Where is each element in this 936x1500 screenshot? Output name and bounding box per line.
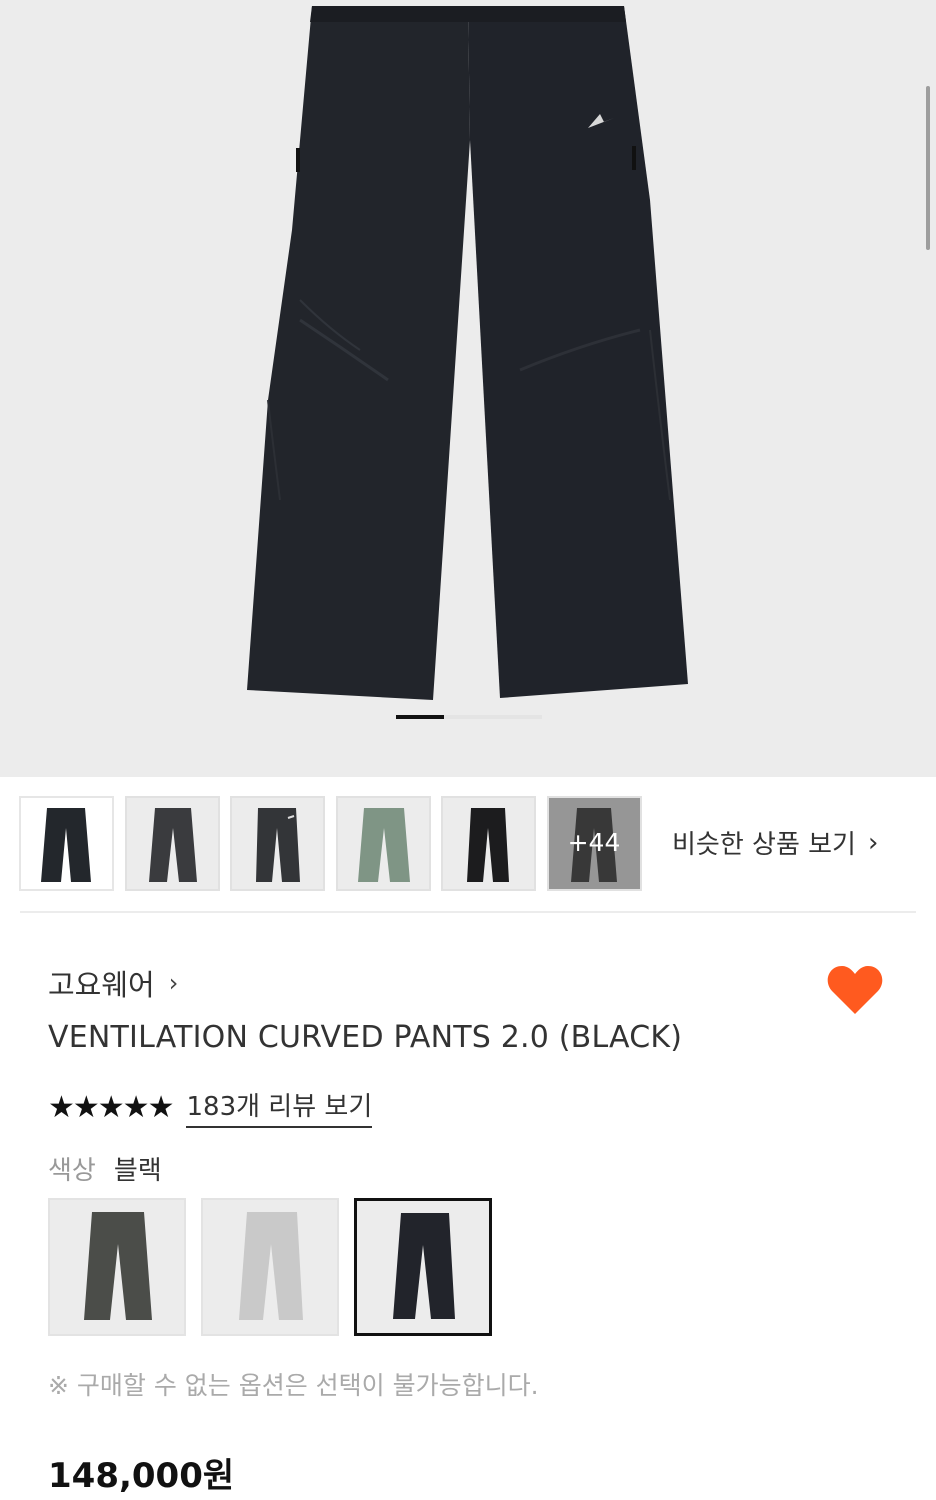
thumbnail-1[interactable] — [19, 796, 114, 891]
heart-icon[interactable] — [826, 964, 884, 1016]
carousel-pager — [396, 715, 542, 719]
chevron-right-icon: › — [168, 969, 179, 997]
pants-image — [247, 6, 688, 700]
color-label: 색상 — [48, 1156, 96, 1186]
brand-link[interactable]: 고요웨어 › — [48, 962, 178, 1004]
similar-products-label: 비슷한 상품 보기 — [672, 830, 856, 860]
pager-progress — [396, 715, 444, 719]
divider — [20, 911, 916, 913]
option-notice: ※ 구매할 수 없는 옵션은 선택이 불가능합니다. — [48, 1371, 539, 1400]
price: 148,000원 — [48, 1456, 235, 1496]
color-swatch-black[interactable] — [354, 1198, 492, 1336]
thumbnail-more[interactable]: +44 — [546, 796, 642, 891]
review-link[interactable]: 183개 리뷰 보기 — [186, 1086, 373, 1128]
thumbnail-2[interactable] — [124, 796, 220, 891]
scrollbar[interactable] — [926, 86, 930, 250]
thumbnail-5[interactable] — [441, 796, 536, 891]
color-swatch-lightgray[interactable] — [201, 1198, 339, 1336]
more-count: +44 — [567, 828, 621, 857]
chevron-right-icon: › — [867, 827, 879, 858]
similar-products-link[interactable]: 비슷한 상품 보기 › — [672, 824, 878, 861]
thumbnail-3[interactable] — [230, 796, 325, 891]
brand-name: 고요웨어 — [48, 968, 155, 1002]
color-swatch-khaki[interactable] — [48, 1198, 186, 1336]
thumbnail-4[interactable] — [335, 796, 431, 891]
star-rating-icon: ★★★★★ — [48, 1089, 174, 1125]
color-option-row: 색상 블랙 — [48, 1150, 162, 1187]
color-swatches — [48, 1198, 507, 1336]
color-value: 블랙 — [113, 1156, 162, 1186]
product-hero-image[interactable] — [0, 0, 936, 777]
product-title: VENTILATION CURVED PANTS 2.0 (BLACK) — [48, 1020, 683, 1055]
rating-row: ★★★★★ 183개 리뷰 보기 — [48, 1086, 373, 1128]
thumbnail-strip: +44 — [19, 796, 652, 891]
